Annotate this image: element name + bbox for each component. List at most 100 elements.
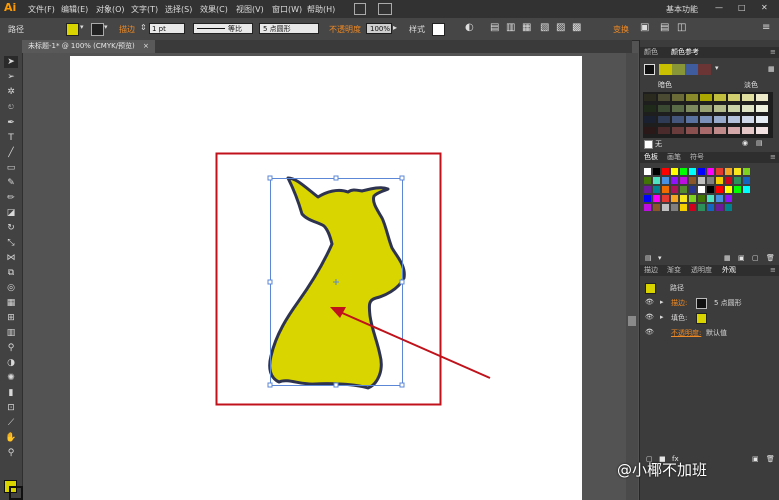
appearance-menu-icon[interactable]: ≡ (770, 265, 776, 276)
swatch-chip[interactable] (671, 204, 678, 211)
swatch-chip[interactable] (734, 168, 741, 175)
stroke-attribute-label[interactable]: 描边: (671, 298, 687, 308)
none-swatch-icon[interactable] (644, 140, 653, 149)
color-variation-swatch[interactable] (728, 127, 740, 134)
color-variation-swatch[interactable] (672, 94, 684, 101)
fill-attribute-swatch[interactable] (696, 313, 707, 324)
swatch-chip[interactable] (653, 168, 660, 175)
show-kinds-icon[interactable]: ▾ (658, 254, 662, 262)
tab-color[interactable]: 颜色 (644, 47, 658, 58)
color-variation-swatch[interactable] (658, 116, 670, 123)
swatch-chip[interactable] (698, 204, 705, 211)
swatch-chip[interactable] (644, 195, 651, 202)
new-color-group-icon[interactable]: ▣ (738, 254, 745, 262)
color-variation-swatch[interactable] (756, 116, 768, 123)
color-variation-swatch[interactable] (714, 105, 726, 112)
swatch-chip[interactable] (671, 186, 678, 193)
delete-swatch-icon[interactable]: 🗑 (766, 254, 775, 262)
color-variation-swatch[interactable] (700, 127, 712, 134)
swatch-chip[interactable] (644, 168, 651, 175)
color-variation-swatch[interactable] (672, 116, 684, 123)
tab-appearance[interactable]: 外观 (722, 265, 736, 276)
color-variation-swatch[interactable] (658, 105, 670, 112)
tab-swatches[interactable]: 色板 (644, 152, 658, 163)
color-variation-swatch[interactable] (742, 116, 754, 123)
swatch-chip[interactable] (716, 186, 723, 193)
swatch-chip[interactable] (680, 168, 687, 175)
color-variation-swatch[interactable] (700, 116, 712, 123)
swatch-chip[interactable] (698, 195, 705, 202)
harmony-swatch-3[interactable] (685, 64, 698, 75)
swatch-chip[interactable] (698, 186, 705, 193)
swatch-chip[interactable] (653, 195, 660, 202)
swatch-chip[interactable] (707, 195, 714, 202)
color-variation-swatch[interactable] (686, 105, 698, 112)
color-variation-swatch[interactable] (700, 94, 712, 101)
swatch-chip[interactable] (725, 177, 732, 184)
swatch-library-icon[interactable]: ▤ (645, 254, 652, 262)
tab-transparency[interactable]: 透明度 (691, 265, 712, 276)
swatch-chip[interactable] (653, 186, 660, 193)
new-swatch-icon[interactable]: ▢ (752, 254, 759, 262)
swatch-chip[interactable] (671, 177, 678, 184)
harmony-swatch-2[interactable] (672, 64, 685, 75)
swatch-chip[interactable] (644, 204, 651, 211)
color-variation-swatch[interactable] (686, 116, 698, 123)
color-variation-swatch[interactable] (728, 94, 740, 101)
tab-stroke[interactable]: 描边 (644, 265, 658, 276)
color-guide-base-swatch[interactable] (644, 64, 655, 75)
expand-arrow-icon[interactable]: ▸ (660, 313, 664, 321)
swatch-chip[interactable] (680, 177, 687, 184)
swatch-chip[interactable] (716, 204, 723, 211)
swatch-chip[interactable] (716, 177, 723, 184)
tab-brushes[interactable]: 画笔 (667, 152, 681, 163)
color-panel-options-icon[interactable]: ▤ (756, 139, 763, 147)
swatch-chip[interactable] (725, 168, 732, 175)
swatch-chip[interactable] (743, 186, 750, 193)
fill-attribute-label[interactable]: 填色: (671, 313, 687, 323)
swatch-chip[interactable] (653, 177, 660, 184)
color-variation-swatch[interactable] (756, 94, 768, 101)
swatch-chip[interactable] (725, 195, 732, 202)
swatch-chip[interactable] (680, 204, 687, 211)
swatch-chip[interactable] (743, 168, 750, 175)
swatch-chip[interactable] (725, 204, 732, 211)
color-variation-swatch[interactable] (756, 127, 768, 134)
swatch-chip[interactable] (734, 186, 741, 193)
swatch-chip[interactable] (662, 168, 669, 175)
color-variation-swatch[interactable] (658, 127, 670, 134)
swatch-chip[interactable] (698, 168, 705, 175)
swatch-chip[interactable] (707, 204, 714, 211)
opacity-attribute-label[interactable]: 不透明度: (671, 328, 701, 338)
color-variation-swatch[interactable] (672, 127, 684, 134)
color-variation-swatch[interactable] (742, 94, 754, 101)
visibility-eye-icon[interactable]: 👁 (645, 313, 654, 321)
swatch-chip[interactable] (689, 177, 696, 184)
color-variation-swatch[interactable] (672, 105, 684, 112)
swatch-chip[interactable] (716, 168, 723, 175)
color-variation-swatch[interactable] (644, 105, 656, 112)
color-variation-swatch[interactable] (728, 105, 740, 112)
color-variation-swatch[interactable] (686, 94, 698, 101)
swatch-chip[interactable] (662, 204, 669, 211)
swatch-chip[interactable] (689, 168, 696, 175)
swatch-chip[interactable] (662, 177, 669, 184)
swatch-chip[interactable] (743, 177, 750, 184)
duplicate-item-icon[interactable]: ▣ (752, 455, 759, 463)
swatch-chip[interactable] (716, 195, 723, 202)
swatch-chip[interactable] (689, 186, 696, 193)
color-variation-swatch[interactable] (728, 116, 740, 123)
appearance-row-opacity[interactable]: 👁 不透明度: 默认值 (640, 326, 779, 340)
tab-color-guide[interactable]: 颜色参考 (671, 47, 699, 58)
swatch-chip[interactable] (662, 186, 669, 193)
color-variation-swatch[interactable] (756, 105, 768, 112)
color-variation-swatch[interactable] (742, 105, 754, 112)
color-variation-swatch[interactable] (644, 116, 656, 123)
swatch-chip[interactable] (644, 186, 651, 193)
swatch-chip[interactable] (671, 195, 678, 202)
color-variation-swatch[interactable] (742, 127, 754, 134)
color-panel-menu-icon[interactable]: ≡ (770, 47, 776, 58)
swatch-chip[interactable] (644, 177, 651, 184)
harmony-swatch-4[interactable] (698, 64, 711, 75)
yellow-horse-shape[interactable] (268, 176, 406, 390)
